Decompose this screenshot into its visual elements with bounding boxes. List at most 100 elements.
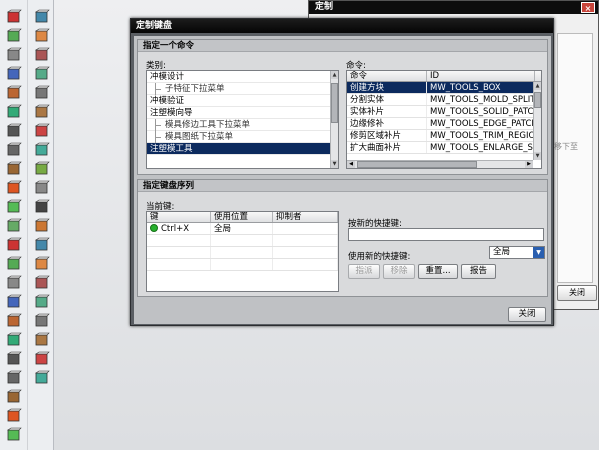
toolbar-separator — [27, 0, 28, 450]
mold-icon[interactable] — [33, 122, 51, 140]
scope-dropdown[interactable]: 全局 ▼ — [489, 246, 545, 259]
close-button[interactable]: 关闭 — [508, 307, 546, 322]
edit-icon[interactable] — [5, 179, 23, 197]
command-table[interactable]: 命令 ID 创建方块 MW_TOOLS_BOX 分割实体 MW_TOOLS_MOLD_… — [346, 70, 542, 169]
chart-icon[interactable] — [5, 350, 23, 368]
feature-icon[interactable] — [33, 27, 51, 45]
scroll-down-icon[interactable]: ▼ — [534, 152, 541, 160]
scroll-thumb[interactable] — [534, 92, 541, 108]
command-id-cell: MW_TOOLS_SOLID_PATCH — [427, 106, 535, 117]
mold-icon[interactable] — [5, 255, 23, 273]
info-icon[interactable] — [33, 255, 51, 273]
part-icon[interactable] — [33, 179, 51, 197]
hole-icon[interactable] — [33, 274, 51, 292]
drafting-icon[interactable] — [33, 103, 51, 121]
grid-icon[interactable] — [33, 8, 51, 26]
column-header-key[interactable]: 键 — [147, 212, 211, 222]
current-keys-table[interactable]: 键 使用位置 抑制者 Ctrl+X 全局 — [146, 211, 339, 292]
view-icon[interactable] — [5, 217, 23, 235]
chart-icon[interactable] — [33, 217, 51, 235]
column-header-suppressor[interactable]: 抑制者 — [273, 212, 338, 222]
close-icon[interactable]: × — [581, 2, 595, 13]
scroll-down-icon[interactable]: ▼ — [331, 160, 338, 168]
column-header-id[interactable]: ID — [427, 71, 535, 81]
layer-icon[interactable] — [5, 27, 23, 45]
table-row[interactable]: 边缘修补 MW_TOOLS_EDGE_PATCH — [347, 118, 541, 130]
table-row[interactable]: 修剪区域补片 MW_TOOLS_TRIM_REGION_ — [347, 130, 541, 142]
info-icon[interactable] — [5, 388, 23, 406]
dome-icon[interactable] — [33, 312, 51, 330]
status-dot-icon — [150, 224, 158, 232]
column-header-command[interactable]: 命令 — [347, 71, 427, 81]
command-hscrollbar[interactable]: ◀ ▶ — [347, 160, 533, 168]
scroll-thumb[interactable] — [331, 83, 338, 123]
sketch-icon[interactable] — [5, 122, 23, 140]
table-row[interactable]: 分割实体 MW_TOOLS_MOLD_SPLIT — [347, 94, 541, 106]
curve-icon[interactable] — [33, 369, 51, 387]
part-icon[interactable] — [5, 312, 23, 330]
assembly-icon[interactable] — [5, 103, 23, 121]
list-item-label: 注塑模向导 — [150, 108, 193, 118]
feature-icon[interactable] — [5, 160, 23, 178]
category-list[interactable]: 冲模设计 子特征下拉菜单 冲模验证 注塑模向导 模具修边工具下拉菜单 模具图纸下拉菜单 注塑… — [146, 70, 339, 169]
tool-icon[interactable] — [33, 160, 51, 178]
scroll-left-icon[interactable]: ◀ — [347, 161, 355, 168]
analysis-icon[interactable] — [5, 198, 23, 216]
table-row[interactable]: Ctrl+X 全局 — [147, 223, 338, 235]
command-id-cell: MW_TOOLS_EDGE_PATCH — [427, 118, 535, 129]
new-shortcut-input[interactable] — [348, 228, 544, 241]
remove-button[interactable]: 移除 — [383, 264, 415, 279]
chevron-down-icon[interactable]: ▼ — [533, 247, 544, 258]
table-row[interactable]: 扩大曲面补片 MW_TOOLS_ENLARGE_SUR — [347, 142, 541, 154]
category-scrollbar[interactable]: ▲ ▼ — [330, 71, 338, 168]
layer-icon[interactable] — [33, 350, 51, 368]
view-icon[interactable] — [33, 84, 51, 102]
report-button[interactable]: 报告 — [461, 264, 496, 279]
sheet-icon[interactable] — [5, 274, 23, 292]
list-icon[interactable] — [33, 293, 51, 311]
tool-icon[interactable] — [5, 293, 23, 311]
command-name-cell: 边缘修补 — [347, 118, 427, 129]
customize-dialog-panel — [557, 33, 593, 283]
reset-button[interactable]: 重置... — [418, 264, 458, 279]
sheet-icon[interactable] — [33, 141, 51, 159]
list-item[interactable]: 子特征下拉菜单 — [147, 83, 338, 95]
table-row[interactable]: 创建方块 MW_TOOLS_BOX — [347, 82, 541, 94]
list-item-label: 子特征下拉菜单 — [165, 84, 225, 94]
scroll-up-icon[interactable]: ▲ — [534, 82, 541, 90]
assign-button[interactable]: 指派 — [348, 264, 380, 279]
scroll-up-icon[interactable]: ▲ — [331, 71, 338, 79]
hole-icon[interactable] — [5, 407, 23, 425]
measure-icon[interactable] — [5, 65, 23, 83]
solid-icon[interactable] — [5, 8, 23, 26]
list-item[interactable]: 冲模验证 — [147, 95, 338, 107]
edit-icon[interactable] — [33, 46, 51, 64]
curve-icon[interactable] — [5, 46, 23, 64]
key-value: Ctrl+X — [161, 224, 190, 234]
surface-icon[interactable] — [5, 84, 23, 102]
column-header-location[interactable]: 使用位置 — [211, 212, 273, 222]
table-row[interactable]: 实体补片 MW_TOOLS_SOLID_PATCH — [347, 106, 541, 118]
grid-icon[interactable] — [5, 141, 23, 159]
key-group-header: 指定键盘序列 — [138, 180, 547, 192]
list-icon[interactable] — [5, 426, 23, 444]
hscroll-thumb[interactable] — [357, 161, 477, 168]
solid-icon[interactable] — [33, 331, 51, 349]
analysis-icon[interactable] — [33, 65, 51, 83]
list-item[interactable]: 冲模设计 — [147, 71, 338, 83]
render-icon[interactable] — [5, 369, 23, 387]
customize-dialog-title: 定制 × — [309, 1, 598, 14]
list-item[interactable]: 模具图纸下拉菜单 — [147, 131, 338, 143]
scope-value: 全局 — [493, 247, 511, 257]
list-item[interactable]: 注塑模向导 — [147, 107, 338, 119]
scroll-right-icon[interactable]: ▶ — [525, 161, 533, 168]
list-item[interactable]: 注塑模工具 — [147, 143, 338, 155]
drafting-icon[interactable] — [5, 236, 23, 254]
table-icon[interactable] — [5, 331, 23, 349]
command-vscrollbar[interactable]: ▲ ▼ — [533, 82, 541, 160]
render-icon[interactable] — [33, 236, 51, 254]
customize-close-button[interactable]: 关闭 — [557, 285, 597, 301]
list-item[interactable]: 模具修边工具下拉菜单 — [147, 119, 338, 131]
table-icon[interactable] — [33, 198, 51, 216]
suppressor-cell — [273, 223, 338, 234]
